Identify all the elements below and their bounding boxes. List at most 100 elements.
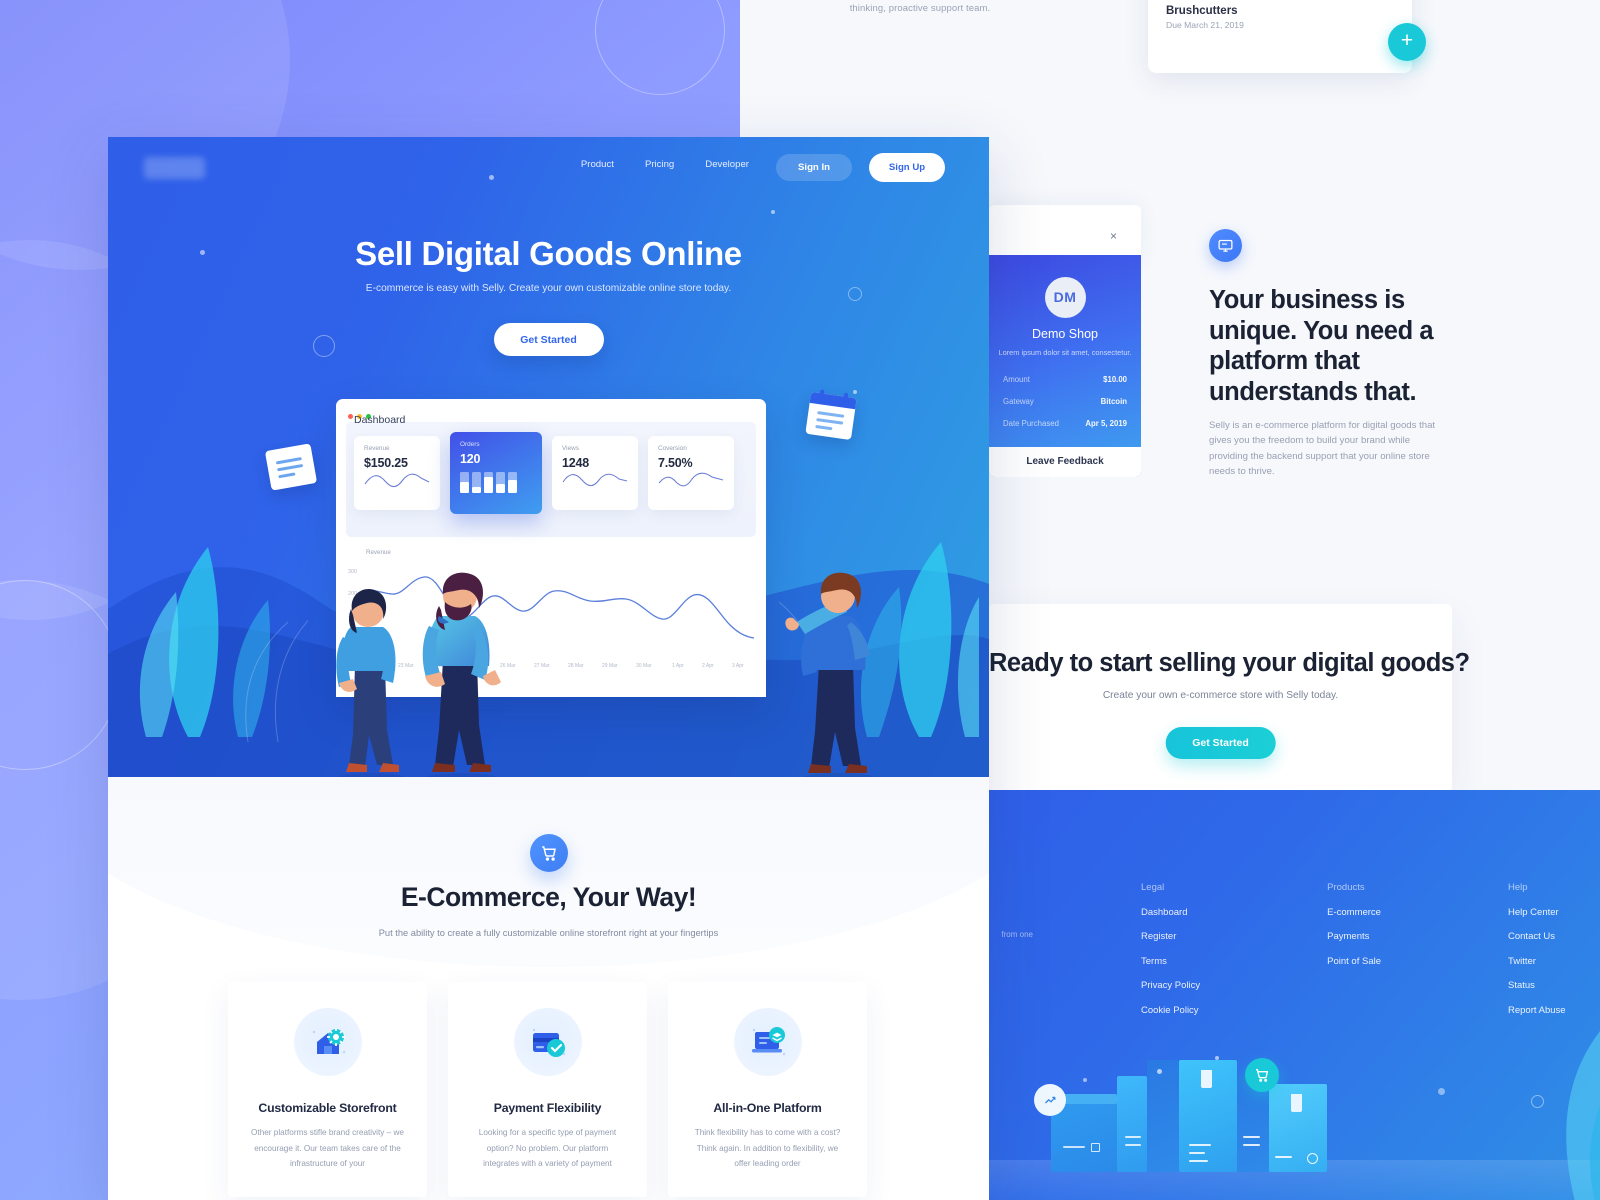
business-heading: Your business is unique. You need a plat…: [1209, 286, 1434, 406]
footer-side-text: from one: [1001, 930, 1033, 939]
add-task-button[interactable]: +: [1388, 23, 1426, 61]
demo-shop-panel: × DM Demo Shop Lorem ipsum dolor sit ame…: [989, 205, 1141, 477]
footer-link[interactable]: E-commerce: [1327, 907, 1381, 918]
nav-link-product[interactable]: Product: [581, 159, 614, 170]
demo-shop-details: Amount $10.00 Gateway Bitcoin Date Purch…: [989, 368, 1141, 434]
footer-leaf-decoration: [1566, 1031, 1600, 1200]
footer-link[interactable]: Privacy Policy: [1141, 980, 1200, 991]
close-icon[interactable]: ×: [1110, 229, 1117, 243]
hero-section: Product Pricing Developer Sign In Sign U…: [108, 137, 989, 783]
support-note: thinking, proactive support team.: [849, 3, 991, 14]
demo-shop-card: DM Demo Shop Lorem ipsum dolor sit amet,…: [989, 255, 1141, 477]
footer-link[interactable]: Help Center: [1508, 907, 1566, 918]
kpi-value: 7.50%: [658, 456, 693, 470]
x-tick: 2 Apr: [702, 663, 714, 669]
packages-illustration: [1029, 1056, 1359, 1200]
kpi-label: Views: [562, 445, 579, 452]
sparkline-icon: [658, 472, 724, 487]
feature-card-storefront[interactable]: Customizable Storefront Other platforms …: [228, 982, 427, 1197]
sign-in-button[interactable]: Sign In: [776, 154, 852, 181]
feature-card-platform[interactable]: All-in-One Platform Think flexibility ha…: [668, 982, 867, 1197]
kpi-conversion: Coversion 7.50%: [648, 436, 734, 510]
x-tick: 28 Mar: [568, 663, 584, 669]
business-body: Selly is an e-commerce platform for digi…: [1209, 420, 1436, 477]
nav-link-developer[interactable]: Developer: [705, 159, 749, 170]
feature-body: Other platforms stifle brand creativity …: [251, 1128, 404, 1168]
task-due: Due March 21, 2019: [1166, 20, 1244, 30]
task-row[interactable]: Brushcutters Due March 21, 2019: [1166, 0, 1394, 37]
hero-get-started-button[interactable]: Get Started: [493, 323, 604, 356]
sign-up-button[interactable]: Sign Up: [869, 153, 945, 182]
kpi-row: Revenue $150.25 Orders 120 Views 1248 Co…: [354, 432, 734, 514]
feature-cards: Customizable Storefront Other platforms …: [228, 982, 867, 1197]
feature-body: Looking for a specific type of payment o…: [478, 1128, 617, 1168]
detail-row: Gateway Bitcoin: [1003, 390, 1127, 412]
x-tick: 27 Mar: [534, 663, 550, 669]
hero-subtitle: E-commerce is easy with Selly. Create yo…: [365, 283, 732, 294]
footer-column-products: Products E-commerce Payments Point of Sa…: [1327, 882, 1381, 1016]
detail-key: Amount: [1003, 374, 1030, 384]
footer-link[interactable]: Cookie Policy: [1141, 1005, 1200, 1016]
demo-shop-tagline: Lorem ipsum dolor sit amet, consectetur.: [998, 348, 1132, 357]
cta-get-started-button[interactable]: Get Started: [1165, 727, 1276, 759]
leave-feedback-button[interactable]: Leave Feedback: [989, 447, 1141, 477]
document-icon: [264, 443, 318, 491]
leaf-decoration-left: [139, 547, 308, 742]
detail-value: $10.00: [1103, 374, 1127, 384]
x-tick: 29 Mar: [602, 663, 618, 669]
landing-page-screen: Product Pricing Developer Sign In Sign U…: [108, 137, 989, 1200]
footer: from one Legal Dashboard Register Terms …: [989, 790, 1600, 1200]
analytics-badge-icon: [1034, 1084, 1066, 1116]
feature-title: Customizable Storefront: [258, 1101, 397, 1115]
footer-link[interactable]: Dashboard: [1141, 907, 1200, 918]
feature-title: Payment Flexibility: [493, 1101, 602, 1115]
laptop-layers-icon: [733, 1008, 802, 1076]
cta-panel: Ready to start selling your digital good…: [989, 604, 1470, 792]
kpi-value: 1248: [562, 456, 590, 470]
detail-key: Gateway: [1003, 396, 1034, 406]
features-subheading: Put the ability to create a fully custom…: [378, 928, 719, 938]
footer-column-legal: Legal Dashboard Register Terms Privacy P…: [1141, 882, 1200, 1016]
task-title: Brushcutters: [1166, 5, 1238, 17]
cta-subheading: Create your own e-commerce store with Se…: [1102, 690, 1339, 701]
screenshot-stage: thinking, proactive support team. Due Ma…: [0, 0, 1600, 1200]
footer-link[interactable]: Terms: [1141, 956, 1200, 967]
footer-link[interactable]: Payments: [1327, 931, 1381, 942]
footer-link[interactable]: Register: [1141, 931, 1200, 942]
footer-link[interactable]: Contact Us: [1508, 931, 1566, 942]
nav-links: Product Pricing Developer: [581, 159, 749, 170]
x-tick: 30 Mar: [636, 663, 652, 669]
footer-heading: Legal: [1141, 882, 1165, 893]
footer-link[interactable]: Twitter: [1508, 956, 1566, 967]
features-heading: E-Commerce, Your Way!: [400, 882, 697, 912]
storefront-gear-icon: [293, 1008, 362, 1076]
footer-link[interactable]: Point of Sale: [1327, 956, 1381, 967]
kpi-value: 120: [460, 452, 481, 466]
cta-heading: Ready to start selling your digital good…: [989, 649, 1470, 677]
detail-key: Date Purchased: [1003, 418, 1059, 428]
kpi-value: $150.25: [364, 456, 408, 470]
feature-card-payment[interactable]: Payment Flexibility Looking for a specif…: [448, 982, 647, 1197]
detail-row: Date Purchased Apr 5, 2019: [1003, 412, 1127, 434]
footer-heading: Help: [1508, 882, 1528, 893]
person-illustration: [422, 572, 501, 783]
detail-value: Bitcoin: [1100, 396, 1127, 406]
kpi-orders: Orders 120: [450, 432, 542, 514]
monitor-icon: [1209, 229, 1242, 262]
nav-link-pricing[interactable]: Pricing: [645, 159, 674, 170]
feature-title: All-in-One Platform: [713, 1101, 822, 1115]
calendar-icon: [805, 389, 857, 440]
person-illustration: [785, 572, 875, 783]
feature-body: Think flexibility has to come with a cos…: [694, 1128, 841, 1168]
sparkline-icon: [562, 473, 628, 487]
detail-row: Amount $10.00: [1003, 368, 1127, 390]
footer-heading: Products: [1327, 882, 1365, 893]
chart-ylabel: Revenue: [366, 549, 391, 556]
detail-value: Apr 5, 2019: [1085, 418, 1127, 428]
selly-logo[interactable]: [144, 157, 205, 179]
kpi-label: Orders: [460, 441, 480, 448]
hero-title: Sell Digital Goods Online: [355, 235, 742, 272]
task-card: Due March 21, 2019 1500 Brushcutters Due…: [1148, 0, 1426, 73]
sparkline-icon: [364, 473, 430, 488]
kpi-label: Coversion: [658, 445, 687, 452]
